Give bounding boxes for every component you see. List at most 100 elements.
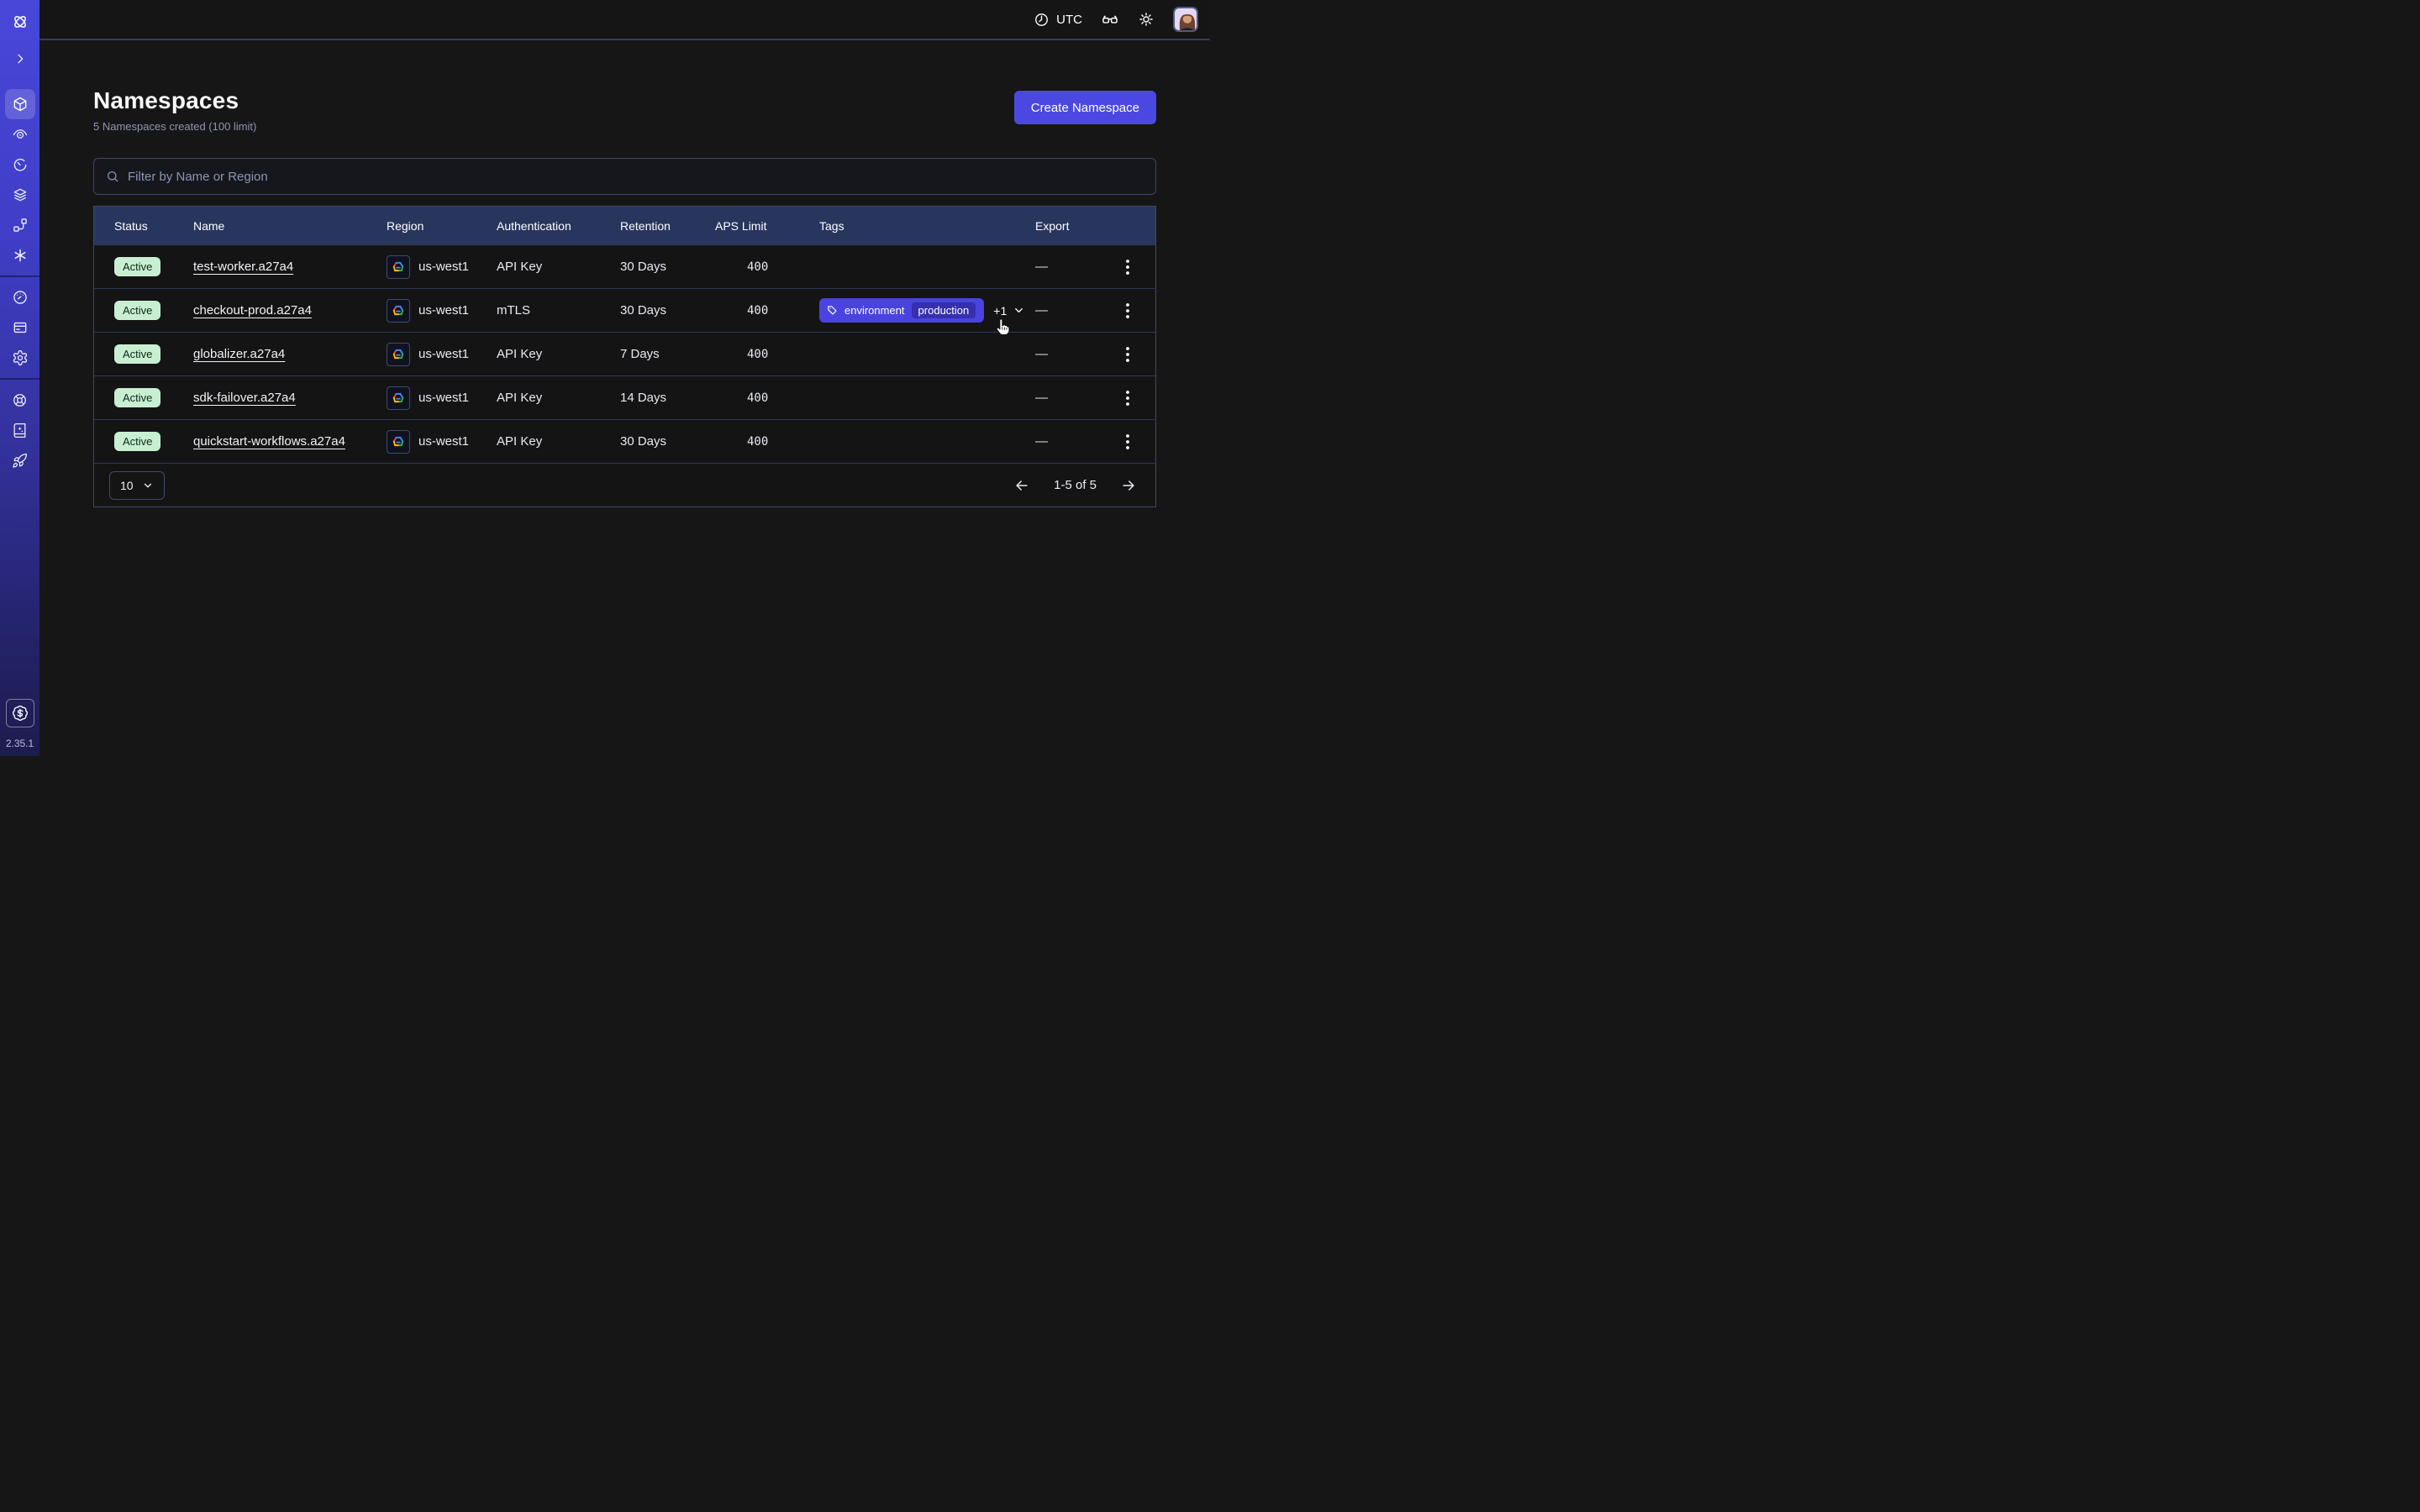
status-badge: Active xyxy=(114,344,160,364)
export-value: — xyxy=(1035,434,1102,449)
aps-limit-value: 400 xyxy=(715,391,809,405)
gcp-cloud-icon xyxy=(387,430,410,454)
sidebar-item-billing credit-card-icon[interactable] xyxy=(5,312,35,343)
pagination-range-label: 1-5 of 5 xyxy=(1054,478,1097,492)
create-namespace-button[interactable]: Create Namespace xyxy=(1014,91,1156,124)
column-header-name: Name xyxy=(193,219,387,233)
page-size-select[interactable]: 10 xyxy=(109,471,165,500)
tag-pill[interactable]: environment production xyxy=(819,298,984,323)
column-header-status: Status xyxy=(94,219,193,233)
page-title: Namespaces xyxy=(93,87,256,114)
next-page-button arrow-right-icon[interactable] xyxy=(1117,474,1140,497)
region-label: us-west1 xyxy=(418,303,469,318)
sidebar-divider xyxy=(0,276,39,277)
table-row: Active globalizer.a27a4 us-west1 API Ke xyxy=(94,332,1155,375)
namespaces-table: Status Name Region Authentication Retent… xyxy=(93,206,1156,507)
region-label: us-west1 xyxy=(418,347,469,361)
chevron-down-icon xyxy=(142,480,154,491)
tag-key: environment xyxy=(844,304,905,317)
gcp-cloud-icon xyxy=(387,255,410,279)
namespace-link[interactable]: checkout-prod.a27a4 xyxy=(193,303,312,318)
retention-value: 30 Days xyxy=(620,434,715,449)
column-header-tags: Tags xyxy=(809,219,1035,233)
search-icon xyxy=(105,169,120,184)
column-header-aps-limit: APS Limit xyxy=(715,219,809,233)
main-area: UTC xyxy=(39,0,1210,756)
row-menu-button kebab-icon[interactable] xyxy=(1114,254,1141,281)
billing-badge-button dollar-badge-icon[interactable] xyxy=(6,699,34,727)
tags-expand-chevron-icon[interactable] xyxy=(1013,304,1025,317)
status-badge: Active xyxy=(114,388,160,407)
sidebar-item-deployments workflow-branch-icon[interactable] xyxy=(5,210,35,240)
column-header-authentication: Authentication xyxy=(497,219,620,233)
auth-value: API Key xyxy=(497,391,620,405)
aps-limit-value: 400 xyxy=(715,348,809,361)
temporal-logo-icon[interactable] xyxy=(5,7,35,37)
sidebar-item-getting-started rocket-icon[interactable] xyxy=(5,445,35,475)
sidebar-expand-icon[interactable] xyxy=(5,44,35,74)
timezone-selector[interactable]: UTC xyxy=(1034,12,1082,28)
sidebar-item-docs book-sparkles-icon[interactable] xyxy=(5,415,35,445)
tags-cell: environment production +1 xyxy=(809,298,1035,323)
table-row: Active test-worker.a27a4 us-west1 API K xyxy=(94,244,1155,288)
export-value: — xyxy=(1035,391,1102,405)
user-avatar[interactable] xyxy=(1173,7,1198,32)
row-menu-button kebab-icon[interactable] xyxy=(1114,428,1141,455)
region-label: us-west1 xyxy=(418,260,469,274)
auth-value: API Key xyxy=(497,260,620,274)
sidebar-item-workflows eye-icon[interactable] xyxy=(5,119,35,150)
column-header-export: Export xyxy=(1035,219,1102,233)
page-size-value: 10 xyxy=(120,479,134,492)
region-label: us-west1 xyxy=(418,434,469,449)
export-value: — xyxy=(1035,303,1102,318)
region-label: us-west1 xyxy=(418,391,469,405)
namespace-link[interactable]: globalizer.a27a4 xyxy=(193,347,285,361)
aps-limit-value: 400 xyxy=(715,435,809,449)
version-label: 2.35.1 xyxy=(6,738,34,749)
status-badge: Active xyxy=(114,257,160,276)
tag-value: production xyxy=(912,302,976,318)
previous-page-button arrow-left-icon[interactable] xyxy=(1010,474,1034,497)
sidebar-item-usage gauge-icon[interactable] xyxy=(5,282,35,312)
column-header-retention: Retention xyxy=(620,219,715,233)
table-header-row: Status Name Region Authentication Retent… xyxy=(94,207,1155,244)
tag-icon xyxy=(827,305,838,316)
status-badge: Active xyxy=(114,432,160,451)
tags-more-count[interactable]: +1 xyxy=(993,304,1007,318)
row-menu-button kebab-icon[interactable] xyxy=(1114,341,1141,368)
filter-bar xyxy=(93,158,1156,195)
clock-icon xyxy=(1034,12,1050,28)
gcp-cloud-icon xyxy=(387,299,410,323)
sidebar-item-settings gear-icon[interactable] xyxy=(5,343,35,373)
sidebar-item-schedules timer-icon[interactable] xyxy=(5,150,35,180)
table-row: Active checkout-prod.a27a4 us-west1 mTL xyxy=(94,288,1155,332)
sidebar-item-batch layers-icon[interactable] xyxy=(5,180,35,210)
sidebar-item-support lifebuoy-icon[interactable] xyxy=(5,385,35,415)
filter-input[interactable] xyxy=(128,170,1144,184)
namespace-link[interactable]: sdk-failover.a27a4 xyxy=(193,391,296,405)
content: Namespaces 5 Namespaces created (100 lim… xyxy=(39,40,1210,507)
status-badge: Active xyxy=(114,301,160,320)
retention-value: 14 Days xyxy=(620,391,715,405)
gcp-cloud-icon xyxy=(387,386,410,410)
auth-value: API Key xyxy=(497,434,620,449)
sidebar-divider xyxy=(0,378,39,380)
topbar: UTC xyxy=(39,0,1210,40)
retention-value: 7 Days xyxy=(620,347,715,361)
aps-limit-value: 400 xyxy=(715,304,809,318)
row-menu-button kebab-icon[interactable] xyxy=(1114,385,1141,412)
namespace-link[interactable]: test-worker.a27a4 xyxy=(193,260,293,274)
retention-value: 30 Days xyxy=(620,260,715,274)
namespace-link[interactable]: quickstart-workflows.a27a4 xyxy=(193,434,345,449)
column-header-region: Region xyxy=(387,219,497,233)
table-row: Active sdk-failover.a27a4 us-west1 API xyxy=(94,375,1155,419)
row-menu-button kebab-icon[interactable] xyxy=(1114,297,1141,324)
auth-value: mTLS xyxy=(497,303,620,318)
theme-sun-icon[interactable] xyxy=(1138,11,1155,28)
table-row: Active quickstart-workflows.a27a4 us-wes… xyxy=(94,419,1155,463)
sidebar-item-nexus asterisk-icon[interactable] xyxy=(5,240,35,270)
sidebar-item-namespaces cube-icon[interactable] xyxy=(5,89,35,119)
glasses-icon[interactable] xyxy=(1101,10,1119,29)
aps-limit-value: 400 xyxy=(715,260,809,274)
export-value: — xyxy=(1035,260,1102,274)
